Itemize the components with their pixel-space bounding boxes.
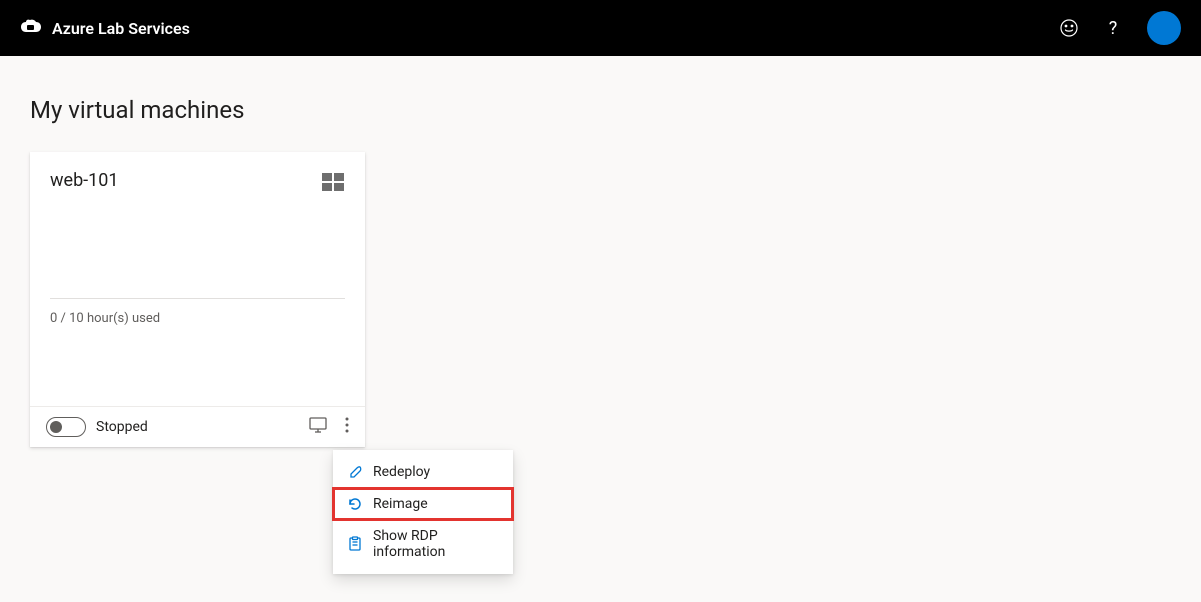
header-left: Azure Lab Services — [20, 18, 190, 38]
page-title: My virtual machines — [30, 96, 1171, 124]
connect-monitor-icon[interactable] — [309, 417, 327, 437]
menu-item-show-rdp[interactable]: Show RDP information — [333, 520, 513, 568]
toggle-knob — [50, 421, 62, 433]
vm-hours-used: 0 / 10 hour(s) used — [50, 311, 345, 326]
vm-footer-actions — [309, 417, 349, 437]
refresh-icon — [347, 496, 363, 512]
vm-usage-section: 0 / 10 hour(s) used — [50, 298, 345, 406]
help-icon[interactable]: ? — [1103, 18, 1123, 38]
menu-item-label: Redeploy — [373, 464, 430, 480]
page-content: My virtual machines web-101 0 / 10 hour(… — [0, 56, 1201, 487]
vm-card: web-101 0 / 10 hour(s) used Stopped — [30, 152, 365, 447]
user-avatar[interactable] — [1147, 11, 1181, 45]
feedback-smiley-icon[interactable] — [1059, 18, 1079, 38]
more-actions-icon[interactable] — [345, 417, 349, 437]
menu-item-reimage[interactable]: Reimage — [333, 488, 513, 520]
brand-text: Azure Lab Services — [52, 19, 190, 38]
vm-card-body — [30, 198, 365, 298]
menu-item-redeploy[interactable]: Redeploy — [333, 456, 513, 488]
vm-card-footer: Stopped — [30, 406, 365, 447]
wrench-icon — [347, 464, 363, 480]
header-right: ? — [1059, 11, 1181, 45]
vm-power-toggle[interactable] — [46, 417, 86, 437]
app-header: Azure Lab Services ? — [0, 0, 1201, 56]
vm-context-menu: Redeploy Reimage Show RDP information — [333, 450, 513, 574]
menu-item-label: Show RDP information — [373, 528, 499, 560]
windows-os-icon — [321, 170, 345, 198]
azure-lab-services-logo-icon — [20, 18, 42, 38]
clipboard-icon — [347, 536, 363, 552]
vm-card-header: web-101 — [30, 152, 365, 198]
vm-status-label: Stopped — [96, 419, 148, 435]
menu-item-label: Reimage — [373, 496, 428, 512]
vm-name: web-101 — [50, 170, 119, 191]
